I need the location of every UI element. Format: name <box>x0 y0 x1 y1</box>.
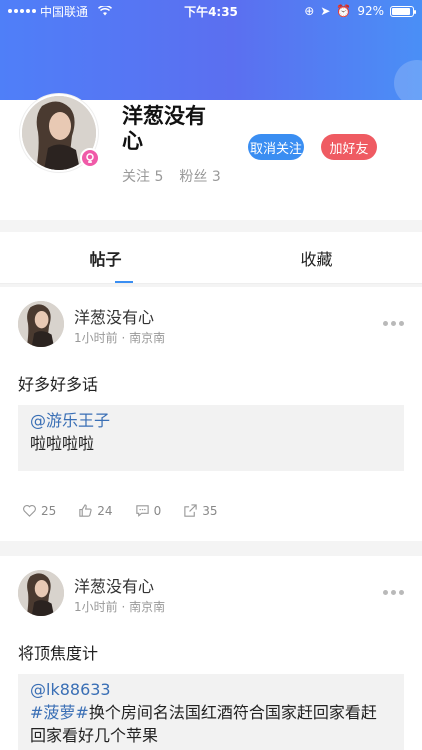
following-stat[interactable]: 关注 5 <box>122 166 163 186</box>
comment-count: 0 <box>153 503 162 518</box>
like-button[interactable]: 25 <box>22 503 56 518</box>
post-time: 1小时前 <box>74 600 118 614</box>
post-meta: 1小时前 · 南京南 <box>74 600 166 614</box>
battery-icon <box>390 5 416 17</box>
quoted-content[interactable]: @lk88633 #菠萝#换个房间名法国红酒符合国家赶回家看赶回家看好几个苹果 <box>18 674 404 750</box>
quoted-content[interactable]: @游乐王子 啦啦啦啦 <box>18 405 404 471</box>
more-options-icon[interactable] <box>383 321 404 326</box>
signal-icon <box>8 9 36 13</box>
battery-percent: 92% <box>357 4 384 18</box>
post-body-text: 将顶焦度计 <box>18 644 99 663</box>
share-count: 35 <box>202 503 218 518</box>
profile-tabs: 帖子 收藏 <box>0 232 422 284</box>
wifi-icon <box>98 6 113 16</box>
carrier-label: 中国联通 <box>40 4 89 19</box>
thumbs-up-button[interactable]: 24 <box>78 503 113 518</box>
more-options-icon[interactable] <box>383 590 404 595</box>
quote-mention[interactable]: @游乐王子 <box>30 409 392 432</box>
lock-rotation-icon: ⊕ <box>304 4 315 18</box>
comment-icon <box>135 505 149 517</box>
share-icon <box>184 504 197 517</box>
fans-stat[interactable]: 粉丝 3 <box>179 166 220 186</box>
post-author-name[interactable]: 洋葱没有心 <box>74 573 154 597</box>
following-label: 关注 <box>122 169 150 185</box>
quote-text: 啦啦啦啦 <box>30 434 95 453</box>
post-meta: 1小时前 · 南京南 <box>74 331 166 345</box>
post-time: 1小时前 <box>74 331 118 345</box>
quote-mention[interactable]: @lk88633 <box>30 678 392 701</box>
post-actions: 25 24 0 35 <box>22 503 217 518</box>
thumbs-up-icon <box>79 504 92 517</box>
post-body-text: 好多好多话 <box>18 375 99 394</box>
post-author-avatar[interactable] <box>18 301 64 347</box>
unfollow-button[interactable]: 取消关注 <box>248 134 304 160</box>
location-icon: ➤ <box>320 4 331 18</box>
following-count: 5 <box>154 169 164 185</box>
fans-count: 3 <box>211 169 221 185</box>
post-card[interactable]: 洋葱没有心 1小时前 · 南京南 将顶焦度计 @lk88633 #菠萝#换个房间… <box>0 556 422 750</box>
profile-nickname: 洋葱没有心 <box>122 104 206 153</box>
share-button[interactable]: 35 <box>183 503 217 518</box>
post-location: 南京南 <box>129 331 166 345</box>
post-location: 南京南 <box>129 600 166 614</box>
thumbs-up-count: 24 <box>97 503 113 518</box>
heart-icon <box>23 504 36 517</box>
profile-stats: 关注 5 粉丝 3 <box>122 166 221 186</box>
comment-button[interactable]: 0 <box>135 503 162 518</box>
alarm-icon: ⏰ <box>336 4 352 18</box>
quote-topic-tag[interactable]: #菠萝# <box>30 703 89 722</box>
tab-posts[interactable]: 帖子 <box>0 232 211 283</box>
post-author-avatar[interactable] <box>18 570 64 616</box>
quote-body: #菠萝#换个房间名法国红酒符合国家赶回家看赶回家看好几个苹果 <box>30 701 392 747</box>
fans-label: 粉丝 <box>179 169 208 185</box>
profile-card: 洋葱没有心 关注 5 粉丝 3 取消关注 加好友 <box>0 94 422 220</box>
post-card[interactable]: 洋葱没有心 1小时前 · 南京南 好多好多话 @游乐王子 啦啦啦啦 25 24 … <box>0 287 422 541</box>
tab-favorites[interactable]: 收藏 <box>211 232 422 283</box>
female-gender-icon <box>80 148 100 168</box>
like-count: 25 <box>41 503 57 518</box>
status-bar: 中国联通 下午4:35 ⊕ ➤ ⏰ 92% <box>0 0 422 22</box>
post-author-name[interactable]: 洋葱没有心 <box>74 304 154 328</box>
add-friend-button[interactable]: 加好友 <box>321 134 377 160</box>
